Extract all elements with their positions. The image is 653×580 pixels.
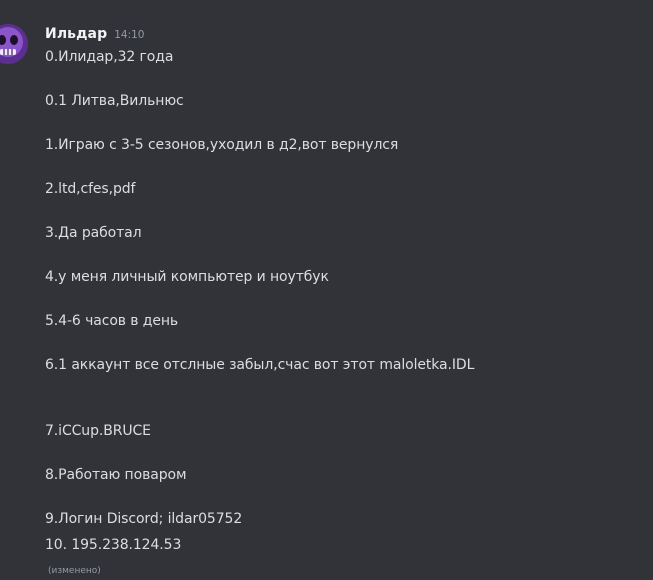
message-line-0: 0.Илидар,32 года — [45, 49, 174, 65]
username[interactable]: Ильдар — [45, 26, 107, 42]
timestamp[interactable]: 14:10 — [114, 29, 144, 41]
message-line-4: 3.Да работал — [45, 225, 142, 241]
message-line-7: 6.1 аккаунт все отслные забыл,счас вот э… — [45, 357, 475, 373]
message-line-6: 5.4-6 часов в день — [45, 313, 179, 329]
message-line-10: 9.Логин Discord; ildar05752 — [45, 511, 243, 527]
avatar[interactable] — [0, 24, 28, 64]
message-line-1: 0.1 Литва,Вильнюс — [45, 93, 184, 109]
message-line-2: 1.Играю с 3-5 сезонов,уходил в д2,вот ве… — [45, 137, 399, 153]
skull-avatar-icon — [0, 24, 28, 64]
edited-label: (изменено) — [48, 566, 101, 576]
chat-message: Ильдар 14:10 0.Илидар,32 года 0.1 Литва,… — [0, 0, 653, 580]
message-line-11: 10. 195.238.124.53 — [45, 537, 182, 553]
message-line-3: 2.ltd,cfes,pdf — [45, 181, 136, 197]
message-header: Ильдар 14:10 — [45, 26, 144, 46]
message-line-9: 8.Работаю поваром — [45, 467, 187, 483]
message-line-5: 4.у меня личный компьютер и ноутбук — [45, 269, 329, 285]
message-line-8: 7.iCCup.BRUCE — [45, 423, 151, 439]
